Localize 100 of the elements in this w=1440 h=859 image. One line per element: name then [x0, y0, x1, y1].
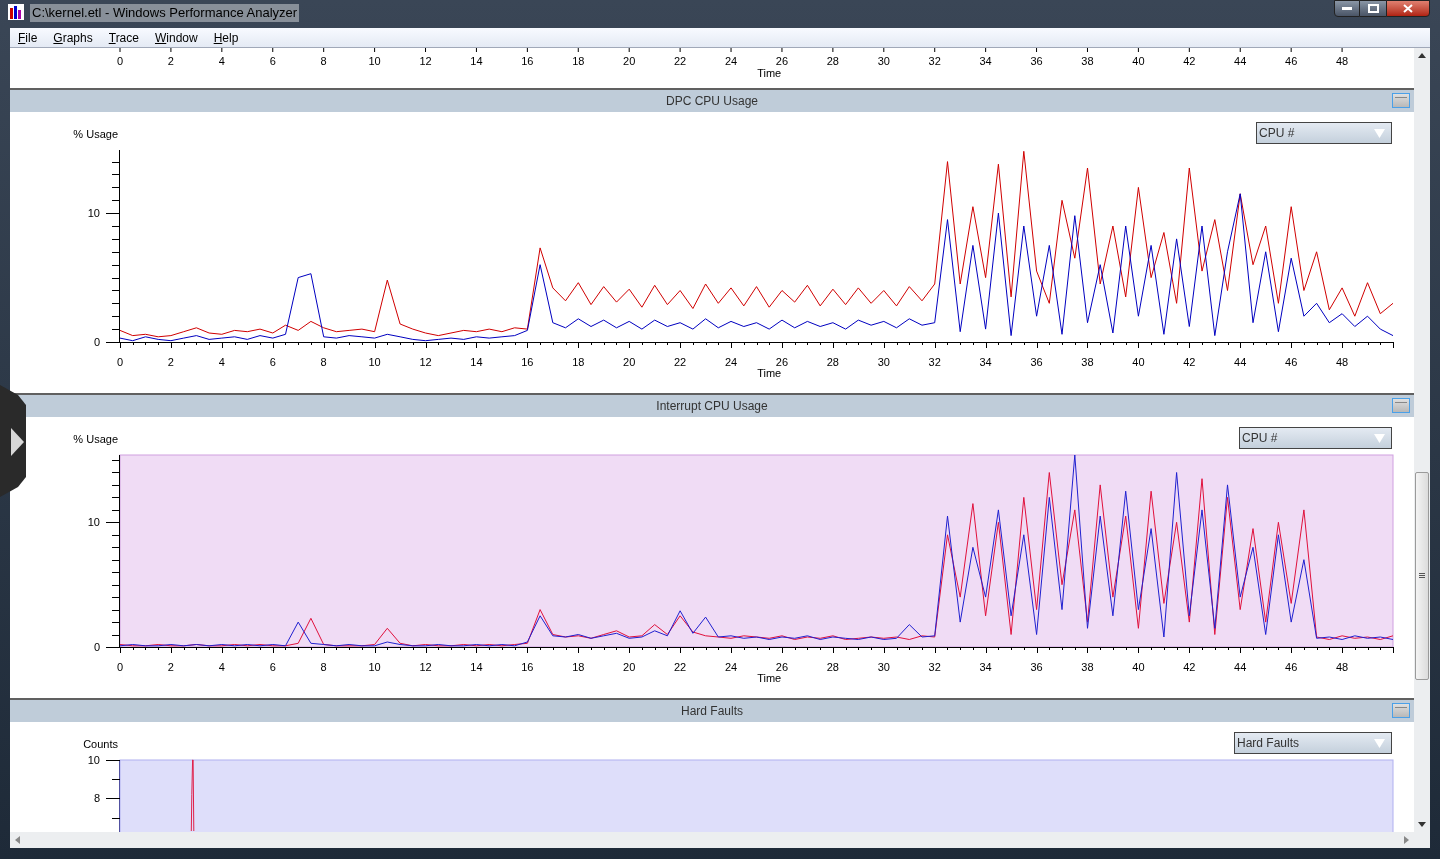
tick-label: 20: [623, 356, 636, 368]
tick-label: 10: [87, 516, 100, 529]
tick-label: 24: [724, 55, 738, 67]
vertical-scrollbar[interactable]: [1414, 48, 1430, 832]
axis-title: Counts: [83, 738, 118, 750]
menu-item[interactable]: Help: [210, 28, 242, 47]
panel-title: DPC CPU Usage: [666, 93, 758, 110]
grip-icon: [1419, 573, 1425, 579]
panel-title: Interrupt CPU Usage: [656, 398, 768, 415]
horizontal-scrollbar[interactable]: [10, 832, 1414, 848]
tick-label: 20: [623, 661, 636, 673]
tick-label: 24: [724, 356, 738, 368]
tick-label: 40: [1132, 661, 1145, 673]
app-icon: [8, 4, 24, 20]
menu-item[interactable]: Window: [151, 28, 201, 47]
panel-title: Hard Faults: [681, 703, 743, 720]
tick-label: 30: [877, 55, 890, 67]
tick-label: 0: [93, 641, 100, 653]
tick-label: 34: [979, 661, 992, 673]
dropdown[interactable]: CPU #: [1256, 122, 1392, 144]
tick-label: 32: [928, 356, 941, 368]
tick-label: 22: [674, 356, 687, 368]
tick-label: 2: [167, 661, 174, 673]
tick-label: 48: [1335, 661, 1349, 673]
tick-label: 12: [419, 55, 432, 67]
axis-title: % Usage: [73, 128, 118, 140]
tick-label: 36: [1030, 661, 1043, 673]
tick-label: 28: [826, 356, 839, 368]
tick-label: 8: [320, 55, 327, 67]
tick-label: 32: [928, 661, 941, 673]
panel-toggle-icon[interactable]: [1392, 93, 1410, 108]
tick-label: 0: [116, 356, 124, 368]
tick-label: 16: [521, 55, 534, 67]
tick-label: 22: [674, 661, 687, 673]
dropdown[interactable]: CPU #: [1239, 427, 1392, 449]
axis-title: Time: [757, 367, 782, 379]
tick-label: 10: [368, 356, 381, 368]
minimize-icon: [1342, 6, 1352, 11]
scroll-right-icon[interactable]: [1404, 836, 1409, 844]
tick-label: 46: [1285, 661, 1298, 673]
menu-item[interactable]: Trace: [105, 28, 142, 47]
tick-label: 14: [470, 661, 483, 673]
tick-label: 8: [320, 661, 327, 673]
dropdown[interactable]: Hard Faults: [1234, 732, 1392, 754]
scroll-down-icon[interactable]: [1418, 822, 1426, 827]
tick-label: 10: [368, 55, 381, 67]
axis-title: Time: [757, 67, 782, 79]
tick-label: 16: [521, 661, 534, 673]
tick-label: 36: [1030, 356, 1043, 368]
tick-label: 10: [368, 661, 381, 673]
tick-label: 2: [167, 55, 174, 67]
tick-label: 0: [116, 661, 124, 673]
tick-label: 48: [1335, 356, 1349, 368]
tick-label: 6: [269, 356, 276, 368]
dropdown-arrow-icon: [1374, 738, 1385, 748]
scroll-left-icon[interactable]: [15, 836, 20, 844]
tick-label: 38: [1081, 661, 1094, 673]
tick-label: 14: [470, 55, 483, 67]
tick-label: 38: [1081, 356, 1094, 368]
tick-label: 42: [1183, 356, 1196, 368]
tick-label: 10: [87, 207, 100, 220]
tick-label: 4: [218, 55, 225, 67]
tick-label: 20: [623, 55, 636, 67]
tick-label: 26: [775, 55, 789, 67]
panel-toggle-icon[interactable]: [1392, 398, 1410, 413]
tick-label: 34: [979, 356, 992, 368]
tick-label: 44: [1234, 55, 1247, 67]
tick-label: 12: [419, 356, 432, 368]
tick-label: 8: [93, 792, 100, 805]
tick-label: 46: [1285, 356, 1298, 368]
minimize-button[interactable]: [1334, 0, 1360, 17]
menu-item[interactable]: File: [15, 28, 41, 47]
tick-label: 28: [826, 55, 839, 67]
axis-title: % Usage: [73, 433, 118, 445]
tick-label: 32: [928, 55, 941, 67]
tick-label: 0: [93, 336, 100, 348]
tick-label: 46: [1285, 55, 1298, 67]
menu-item[interactable]: Graphs: [50, 28, 96, 47]
tick-label: 16: [521, 356, 534, 368]
tick-label: 44: [1234, 356, 1247, 368]
tick-label: 18: [572, 55, 585, 67]
tick-label: 34: [979, 55, 992, 67]
tick-label: 26: [775, 661, 789, 673]
tick-label: 22: [674, 55, 687, 67]
tick-label: 40: [1132, 55, 1145, 67]
tick-label: 14: [470, 356, 483, 368]
tick-label: 30: [877, 356, 890, 368]
panel-toggle-icon[interactable]: [1392, 703, 1410, 718]
close-button[interactable]: [1386, 0, 1430, 17]
scroll-up-icon[interactable]: [1418, 53, 1426, 58]
dropdown-arrow-icon: [1374, 128, 1385, 138]
maximize-button[interactable]: [1360, 0, 1386, 17]
tick-label: 36: [1030, 55, 1043, 67]
expand-handle[interactable]: [0, 385, 26, 497]
window-title: C:\kernel.etl - Windows Performance Analyzer: [30, 4, 300, 22]
tick-label: 38: [1081, 55, 1094, 67]
scrollbar-thumb[interactable]: [1415, 472, 1429, 680]
tick-label: 30: [877, 661, 890, 673]
dropdown-arrow-icon: [1374, 433, 1385, 443]
tick-label: 18: [572, 356, 585, 368]
